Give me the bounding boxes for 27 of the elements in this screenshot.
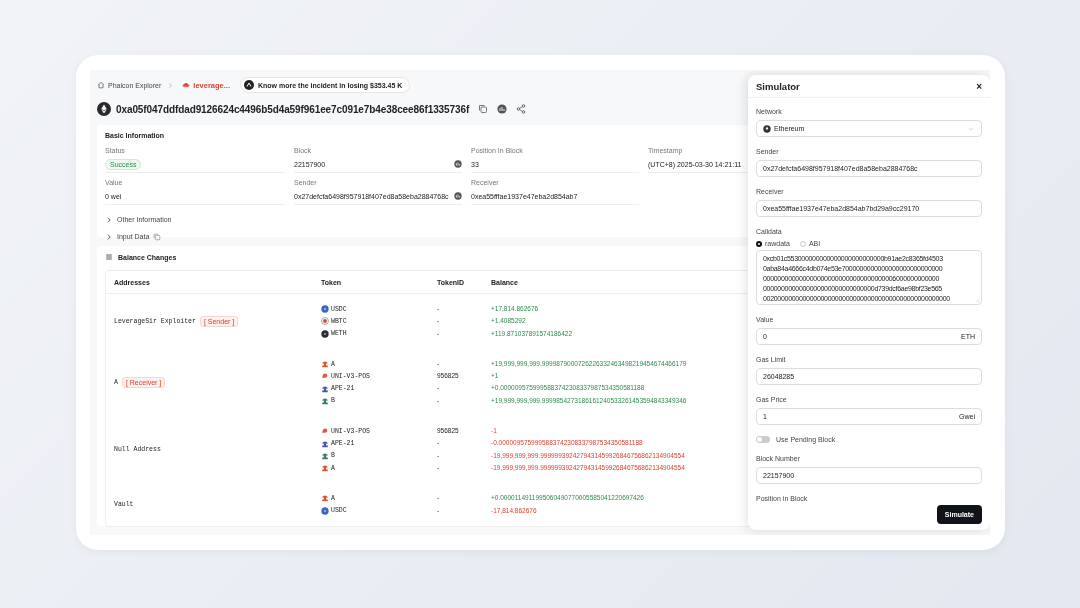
panel-title: Simulator (756, 80, 800, 92)
token-icon (321, 451, 329, 460)
token-icon (321, 372, 329, 381)
token-icon (321, 396, 329, 405)
copy-icon[interactable] (478, 104, 489, 114)
chart-icon[interactable] (497, 104, 508, 114)
list-icon (105, 253, 113, 261)
token-icon (321, 439, 329, 448)
transaction-hash: 0xa05f047ddfdad9126624c4496b5d4a59f961ee7c091e7b4e38cee86f1335736f (116, 103, 470, 115)
chart-icon[interactable] (454, 192, 462, 200)
chart-icon[interactable] (454, 160, 462, 168)
token-icon (321, 427, 329, 436)
token-icon (321, 384, 329, 393)
close-button[interactable]: × (976, 80, 982, 92)
home-icon (97, 81, 105, 89)
resize-icon (975, 298, 980, 303)
ethereum-icon (763, 124, 771, 133)
token-icon (321, 360, 329, 369)
share-icon[interactable] (516, 104, 527, 114)
logo-icon (182, 81, 191, 89)
token-icon (321, 506, 329, 515)
token-icon (321, 494, 329, 503)
alert-icon (244, 80, 254, 90)
ethereum-icon (97, 102, 111, 116)
token-icon (321, 464, 329, 473)
toggle-switch[interactable] (756, 436, 770, 443)
chevron-icon (167, 81, 175, 89)
